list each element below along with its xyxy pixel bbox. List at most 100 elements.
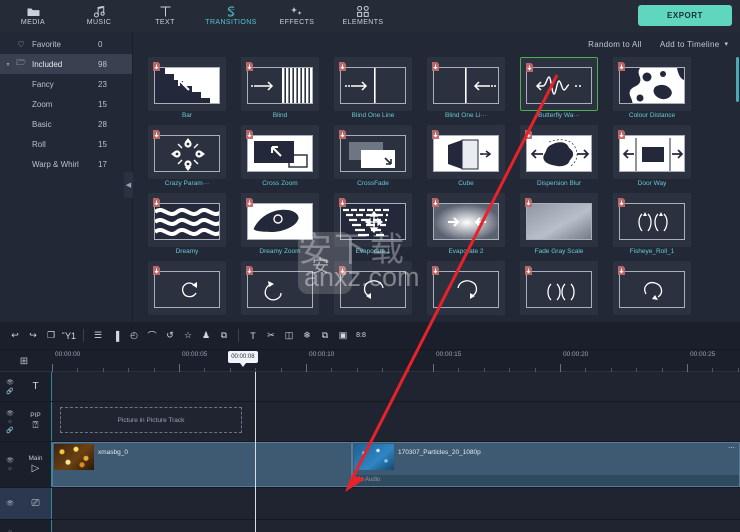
track-body-pip[interactable]: Picture in Picture Track bbox=[52, 402, 740, 441]
transition-card[interactable] bbox=[427, 193, 505, 247]
star-icon[interactable]: ☆ bbox=[179, 326, 197, 346]
bars-icon[interactable]: ▐ bbox=[107, 326, 125, 346]
transition-card[interactable] bbox=[334, 261, 412, 315]
snowflake-icon[interactable]: ❄ bbox=[298, 326, 316, 346]
eye-icon[interactable]: 👁 bbox=[6, 500, 14, 507]
crop-icon[interactable]: ⧉ bbox=[316, 326, 334, 346]
transition-item[interactable]: Blind One Li··· bbox=[420, 57, 512, 125]
transition-card[interactable] bbox=[520, 261, 598, 315]
transition-card[interactable] bbox=[427, 57, 505, 111]
person-icon[interactable]: ♟ bbox=[197, 326, 215, 346]
transition-card[interactable] bbox=[241, 193, 319, 247]
random-to-all-button[interactable]: Random to All bbox=[588, 40, 642, 49]
sidebar-item-basic[interactable]: Basic 28 bbox=[0, 114, 132, 134]
curve-icon[interactable]: ⌒ bbox=[143, 326, 161, 346]
add-track-icon[interactable]: ⊞ bbox=[16, 353, 32, 369]
scissors-icon[interactable]: ✂ bbox=[262, 326, 280, 346]
transition-item[interactable] bbox=[420, 261, 512, 329]
transition-item[interactable]: Door Way bbox=[606, 125, 698, 193]
transition-card[interactable] bbox=[334, 125, 412, 179]
transition-item[interactable]: Butterfly Wa··· bbox=[513, 57, 605, 125]
track-head-text[interactable]: 👁 🔗 T bbox=[0, 372, 52, 401]
link-icon[interactable]: 🔗 bbox=[6, 427, 13, 434]
transition-item[interactable]: Blind bbox=[234, 57, 326, 125]
sidebar-item-fancy[interactable]: Fancy 23 bbox=[0, 74, 132, 94]
track-body-audio[interactable] bbox=[52, 520, 740, 532]
volume-icon[interactable]: ☼ bbox=[7, 466, 13, 472]
track-head-audio[interactable]: ☼ 🔗 ♫ bbox=[0, 520, 52, 532]
transition-card[interactable] bbox=[334, 193, 412, 247]
nav-tab-music[interactable]: MUSIC bbox=[66, 0, 132, 32]
redo-icon[interactable]: ↪ bbox=[24, 326, 42, 346]
transition-card[interactable] bbox=[520, 125, 598, 179]
transition-card[interactable] bbox=[241, 261, 319, 315]
pip-placeholder[interactable]: Picture in Picture Track bbox=[60, 407, 242, 433]
clip-menu-icon[interactable]: ⋯ bbox=[728, 444, 736, 452]
track-body-text[interactable] bbox=[52, 372, 740, 401]
sidebar-item-roll[interactable]: Roll 15 bbox=[0, 134, 132, 154]
transition-item[interactable]: Bar bbox=[141, 57, 233, 125]
transition-card[interactable] bbox=[613, 261, 691, 315]
add-to-timeline-button[interactable]: Add to Timeline bbox=[660, 40, 720, 49]
sidebar-collapse-handle[interactable]: ◀ bbox=[124, 172, 133, 198]
transition-card[interactable] bbox=[241, 57, 319, 111]
undo-icon[interactable]: ↩ bbox=[6, 326, 24, 346]
transition-item[interactable]: Evaporate 2 bbox=[420, 193, 512, 261]
chevron-down-icon[interactable]: ▾ bbox=[4, 61, 12, 68]
clock-icon[interactable]: ◴ bbox=[125, 326, 143, 346]
track-main-video[interactable]: 👁 ☼ Main ▷ xmasbg_0 ⋯ 170307_Particles_2… bbox=[0, 442, 740, 488]
history-icon[interactable]: ↺ bbox=[161, 326, 179, 346]
sidebar-item-warp-whirl[interactable]: Warp & Whirl 17 bbox=[0, 154, 132, 174]
transition-item[interactable]: Crazy Param··· bbox=[141, 125, 233, 193]
link-icon[interactable]: 🔗 bbox=[6, 388, 13, 395]
export-button[interactable]: EXPORT bbox=[638, 5, 732, 26]
image-icon[interactable]: ▣ bbox=[334, 326, 352, 346]
track-body-main[interactable]: xmasbg_0 ⋯ 170307_Particles_20_1080p No … bbox=[52, 442, 740, 487]
transition-card[interactable] bbox=[148, 261, 226, 315]
transition-item[interactable]: Colour Distance bbox=[606, 57, 698, 125]
transition-item[interactable] bbox=[513, 261, 605, 329]
transition-item[interactable] bbox=[606, 261, 698, 329]
playhead-line[interactable] bbox=[255, 372, 257, 532]
transition-card[interactable] bbox=[427, 125, 505, 179]
track-head-overlay[interactable]: 👁 ⎚ bbox=[0, 488, 52, 519]
eye-icon[interactable]: 👁 bbox=[6, 410, 14, 417]
track-body-overlay[interactable] bbox=[52, 488, 740, 519]
list-icon[interactable]: ☰ bbox=[89, 326, 107, 346]
track-pip-toggles[interactable]: 👁 ☼ 🔗 bbox=[0, 410, 20, 434]
ratio-icon[interactable]: 8:8 bbox=[352, 326, 370, 346]
timeline-clip[interactable]: xmasbg_0 bbox=[52, 442, 352, 487]
track-overlay-toggles[interactable]: 👁 bbox=[0, 500, 20, 507]
transition-card[interactable] bbox=[241, 125, 319, 179]
track-audio[interactable]: ☼ 🔗 ♫ bbox=[0, 520, 740, 532]
timeline-ruler[interactable]: ⊞ 00:00:00 00:00:05 00:00:10 00:00:15 00:00:… bbox=[0, 350, 740, 372]
transition-item[interactable] bbox=[141, 261, 233, 329]
transition-item[interactable]: CrossFade bbox=[327, 125, 419, 193]
sidebar-item-included[interactable]: ▾ 🗁 Included 98 bbox=[0, 54, 132, 74]
track-pip[interactable]: 👁 ☼ 🔗 PIP ⍰ Picture in Picture Track bbox=[0, 402, 740, 442]
transition-item[interactable]: Fade Gray Scale bbox=[513, 193, 605, 261]
nav-tab-media[interactable]: MEDIA bbox=[0, 0, 66, 32]
transition-item[interactable]: Evaporate 1 bbox=[327, 193, 419, 261]
sidebar-item-favorite[interactable]: ♡ Favorite 0 bbox=[0, 34, 132, 54]
transition-item[interactable] bbox=[327, 261, 419, 329]
track-head-pip[interactable]: 👁 ☼ 🔗 PIP ⍰ bbox=[0, 402, 52, 441]
transition-card[interactable] bbox=[613, 125, 691, 179]
nav-tab-text[interactable]: TEXT bbox=[132, 0, 198, 32]
eye-icon[interactable]: 👁 bbox=[6, 457, 14, 464]
transition-item[interactable]: Dreamy Zoom bbox=[234, 193, 326, 261]
transition-card[interactable] bbox=[613, 57, 691, 111]
transition-card[interactable] bbox=[148, 125, 226, 179]
copy-icon[interactable]: ❐ bbox=[42, 326, 60, 346]
transition-card[interactable] bbox=[427, 261, 505, 315]
track-text[interactable]: 👁 🔗 T bbox=[0, 372, 740, 402]
transition-card[interactable] bbox=[148, 57, 226, 111]
transition-item[interactable] bbox=[234, 261, 326, 329]
track-text-toggles[interactable]: 👁 🔗 bbox=[0, 379, 20, 395]
delete-icon[interactable]: Ὕ1 bbox=[60, 326, 78, 346]
frame-icon[interactable]: ⧉ bbox=[215, 326, 233, 346]
transition-item[interactable]: Dispersion Blur bbox=[513, 125, 605, 193]
transition-card[interactable] bbox=[613, 193, 691, 247]
transition-card[interactable] bbox=[520, 193, 598, 247]
sidebar-item-zoom[interactable]: Zoom 15 bbox=[0, 94, 132, 114]
